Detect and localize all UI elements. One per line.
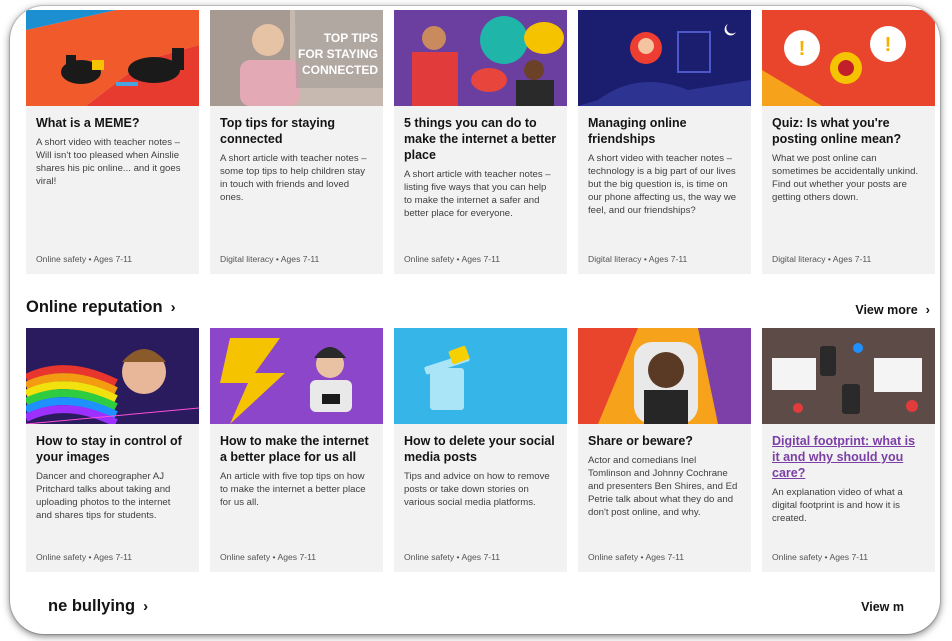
card-meta: Online safety • Ages 7-11 — [404, 552, 501, 562]
card-description: Tips and advice on how to remove posts o… — [404, 471, 550, 508]
card-thumbnail[interactable] — [394, 10, 567, 106]
page-frame: What is a MEME? A short video with teach… — [10, 6, 940, 634]
card-meta: Online safety • Ages 7-11 — [220, 552, 317, 562]
card-thumbnail[interactable] — [394, 328, 567, 424]
chevron-right-icon: › — [925, 302, 930, 317]
card-description: An explanation video of what a digital f… — [772, 487, 903, 524]
card-managing-online-friendships[interactable]: Managing online friendships A short vide… — [578, 10, 751, 274]
card-description: A short video with teacher notes – techn… — [588, 153, 737, 216]
chevron-right-icon: › — [143, 598, 149, 615]
card-what-is-a-meme[interactable]: What is a MEME? A short video with teach… — [26, 10, 199, 274]
card-five-things-better-internet[interactable]: 5 things you can do to make the internet… — [394, 10, 567, 274]
card-title[interactable]: Top tips for staying connected — [220, 115, 373, 147]
card-meta: Online safety • Ages 7-11 — [36, 552, 133, 562]
card-thumbnail[interactable] — [578, 328, 751, 424]
card-meta: Digital literacy • Ages 7-11 — [220, 254, 320, 264]
card-stay-in-control-images[interactable]: How to stay in control of your images Da… — [26, 328, 199, 572]
card-meta: Online safety • Ages 7-11 — [588, 552, 685, 562]
card-thumbnail[interactable] — [578, 10, 751, 106]
card-title[interactable]: What is a MEME? — [36, 115, 189, 131]
section-heading-online-bullying[interactable]: ne bullying › — [48, 597, 148, 616]
card-description: Actor and comedians Inel Tomlinson and J… — [588, 455, 738, 518]
view-more-link[interactable]: View m — [861, 600, 904, 614]
card-title[interactable]: Share or beware? — [588, 433, 741, 449]
card-meta: Digital literacy • Ages 7-11 — [588, 254, 688, 264]
card-thumbnail[interactable] — [762, 328, 935, 424]
card-description: What we post online can sometimes be acc… — [772, 153, 919, 203]
card-thumbnail[interactable]: TOP TIPS FOR STAYING CONNECTED — [210, 10, 383, 106]
top-card-row: What is a MEME? A short video with teach… — [26, 10, 935, 274]
online-reputation-card-row: How to stay in control of your images Da… — [26, 328, 935, 572]
view-more-label[interactable]: View m — [861, 600, 904, 614]
card-title[interactable]: Quiz: Is what you're posting online mean… — [772, 115, 925, 147]
card-meta: Online safety • Ages 7-11 — [404, 254, 501, 264]
card-share-or-beware[interactable]: Share or beware? Actor and comedians Ine… — [578, 328, 751, 572]
card-digital-footprint[interactable]: Digital footprint: what is it and why sh… — [762, 328, 935, 572]
card-description: Dancer and choreographer AJ Pritchard ta… — [36, 471, 171, 521]
card-description: A short article with teacher notes – lis… — [404, 169, 551, 219]
card-thumbnail[interactable] — [210, 328, 383, 424]
card-title[interactable]: How to make the internet a better place … — [220, 433, 373, 465]
card-description: A short video with teacher notes – Will … — [36, 137, 181, 187]
card-meta: Digital literacy • Ages 7-11 — [772, 254, 872, 264]
card-description: An article with five top tips on how to … — [220, 471, 366, 508]
card-make-internet-better-place[interactable]: How to make the internet a better place … — [210, 328, 383, 572]
svg-text:!: ! — [885, 34, 892, 56]
svg-text:CONNECTED: CONNECTED — [302, 63, 378, 77]
svg-text:TOP TIPS: TOP TIPS — [324, 31, 378, 45]
section-heading-online-reputation[interactable]: Online reputation › — [26, 298, 176, 317]
card-title[interactable]: Digital footprint: what is it and why sh… — [772, 433, 925, 481]
svg-text:FOR STAYING: FOR STAYING — [298, 47, 378, 61]
section-title[interactable]: Online reputation — [26, 298, 163, 317]
section-title[interactable]: ne bullying — [48, 597, 135, 616]
card-delete-social-media-posts[interactable]: How to delete your social media posts Ti… — [394, 328, 567, 572]
card-meta: Online safety • Ages 7-11 — [772, 552, 869, 562]
card-quiz-posting-online-mean[interactable]: ! ! Quiz: Is what you're posting online … — [762, 10, 935, 274]
view-more-label[interactable]: View more — [855, 303, 917, 317]
card-title[interactable]: How to stay in control of your images — [36, 433, 189, 465]
card-description: A short article with teacher notes – som… — [220, 153, 367, 203]
card-title[interactable]: 5 things you can do to make the internet… — [404, 115, 557, 163]
svg-text:!: ! — [799, 38, 806, 60]
card-thumbnail[interactable]: ! ! — [762, 10, 935, 106]
card-thumbnail[interactable] — [26, 328, 199, 424]
card-title[interactable]: How to delete your social media posts — [404, 433, 557, 465]
card-thumbnail[interactable] — [26, 10, 199, 106]
card-top-tips-staying-connected[interactable]: TOP TIPS FOR STAYING CONNECTED Top tips … — [210, 10, 383, 274]
chevron-right-icon: › — [170, 299, 176, 316]
card-meta: Online safety • Ages 7-11 — [36, 254, 133, 264]
card-title[interactable]: Managing online friendships — [588, 115, 741, 147]
view-more-link[interactable]: View more › — [855, 302, 930, 317]
